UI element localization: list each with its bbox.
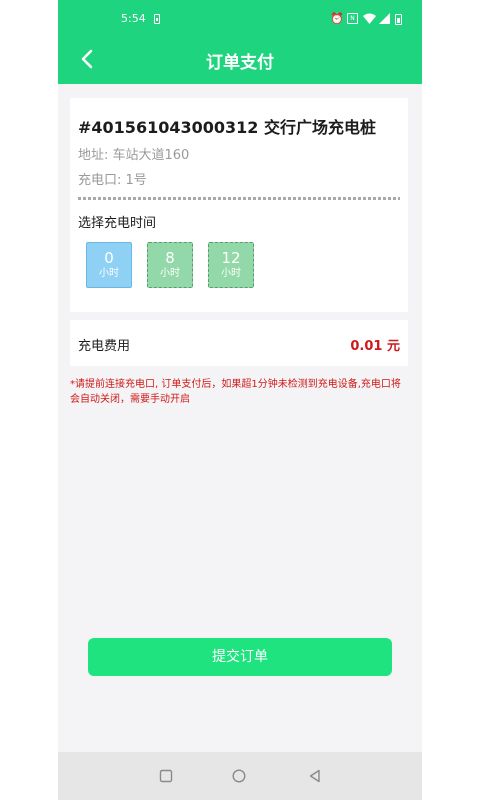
charge-time-card: 选择充电时间 0 小时 8 小时 12 小时 [70,202,408,312]
back-icon [309,769,320,783]
app-header: 5:54 ⏰ N 订单支付 [58,0,422,84]
charge-time-label: 选择充电时间 [78,216,157,231]
time-option-value: 0 [104,249,114,267]
back-nav-button[interactable] [307,768,323,784]
alarm-icon: ⏰ [330,12,344,25]
page-title: 订单支付 [206,53,274,73]
signal-icon [379,13,390,27]
system-nav-bar [58,752,422,800]
wifi-icon [363,13,376,27]
station-card: #401561043000312 交行广场充电桩 地址: 车站大道160 充电口… [70,98,408,202]
time-option-value: 8 [165,249,175,267]
time-option-0[interactable]: 0 小时 [86,242,132,288]
time-option-unit: 小时 [160,268,180,279]
dashed-divider [78,197,400,200]
fee-label: 充电费用 [78,339,131,354]
home-button[interactable] [231,768,247,784]
station-address: 地址: 车站大道160 [78,148,190,163]
battery-icon [395,14,402,25]
sim-icon [154,14,160,24]
recent-apps-icon [159,769,173,783]
nfc-icon: N [347,13,358,24]
status-time: 5:54 [121,12,146,25]
time-option-value: 12 [221,249,241,267]
time-option-12[interactable]: 12 小时 [208,242,254,288]
notice-text: *请提前连接充电口, 订单支付后，如果超1分钟未检测到充电设备,充电口将会自动关… [70,379,401,405]
time-option-unit: 小时 [99,268,119,279]
time-option-8[interactable]: 8 小时 [147,242,193,288]
station-name: #401561043000312 交行广场充电桩 [78,118,376,137]
time-option-unit: 小时 [221,268,241,279]
fee-value: 0.01 元 [350,339,400,354]
home-icon [232,769,246,783]
recent-apps-button[interactable] [158,768,174,784]
fee-card: 充电费用 0.01 元 [70,320,408,366]
submit-order-button[interactable]: 提交订单 [88,638,392,676]
phone-screen: 5:54 ⏰ N 订单支付 #401561043000312 交行广场充电桩 地… [58,0,422,800]
charging-port: 充电口: 1号 [78,173,147,188]
status-bar: 5:54 ⏰ N [58,8,422,32]
